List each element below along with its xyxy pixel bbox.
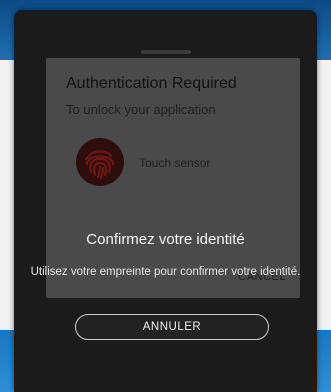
sheet-grabber [141, 50, 191, 54]
auth-dialog-subtitle: To unlock your application [66, 102, 216, 117]
fingerprint-icon [76, 138, 124, 186]
touch-sensor-label: Touch sensor [139, 156, 211, 170]
prompt-title: Confirmez votre identité [86, 231, 245, 248]
prompt-description: Utilisez votre empreinte pour confirmer … [30, 266, 301, 278]
auth-dialog-title: Authentication Required [66, 75, 237, 92]
background-auth-dialog: Authentication Required To unlock your a… [46, 58, 300, 298]
cancel-button[interactable]: ANNULER [75, 314, 269, 340]
